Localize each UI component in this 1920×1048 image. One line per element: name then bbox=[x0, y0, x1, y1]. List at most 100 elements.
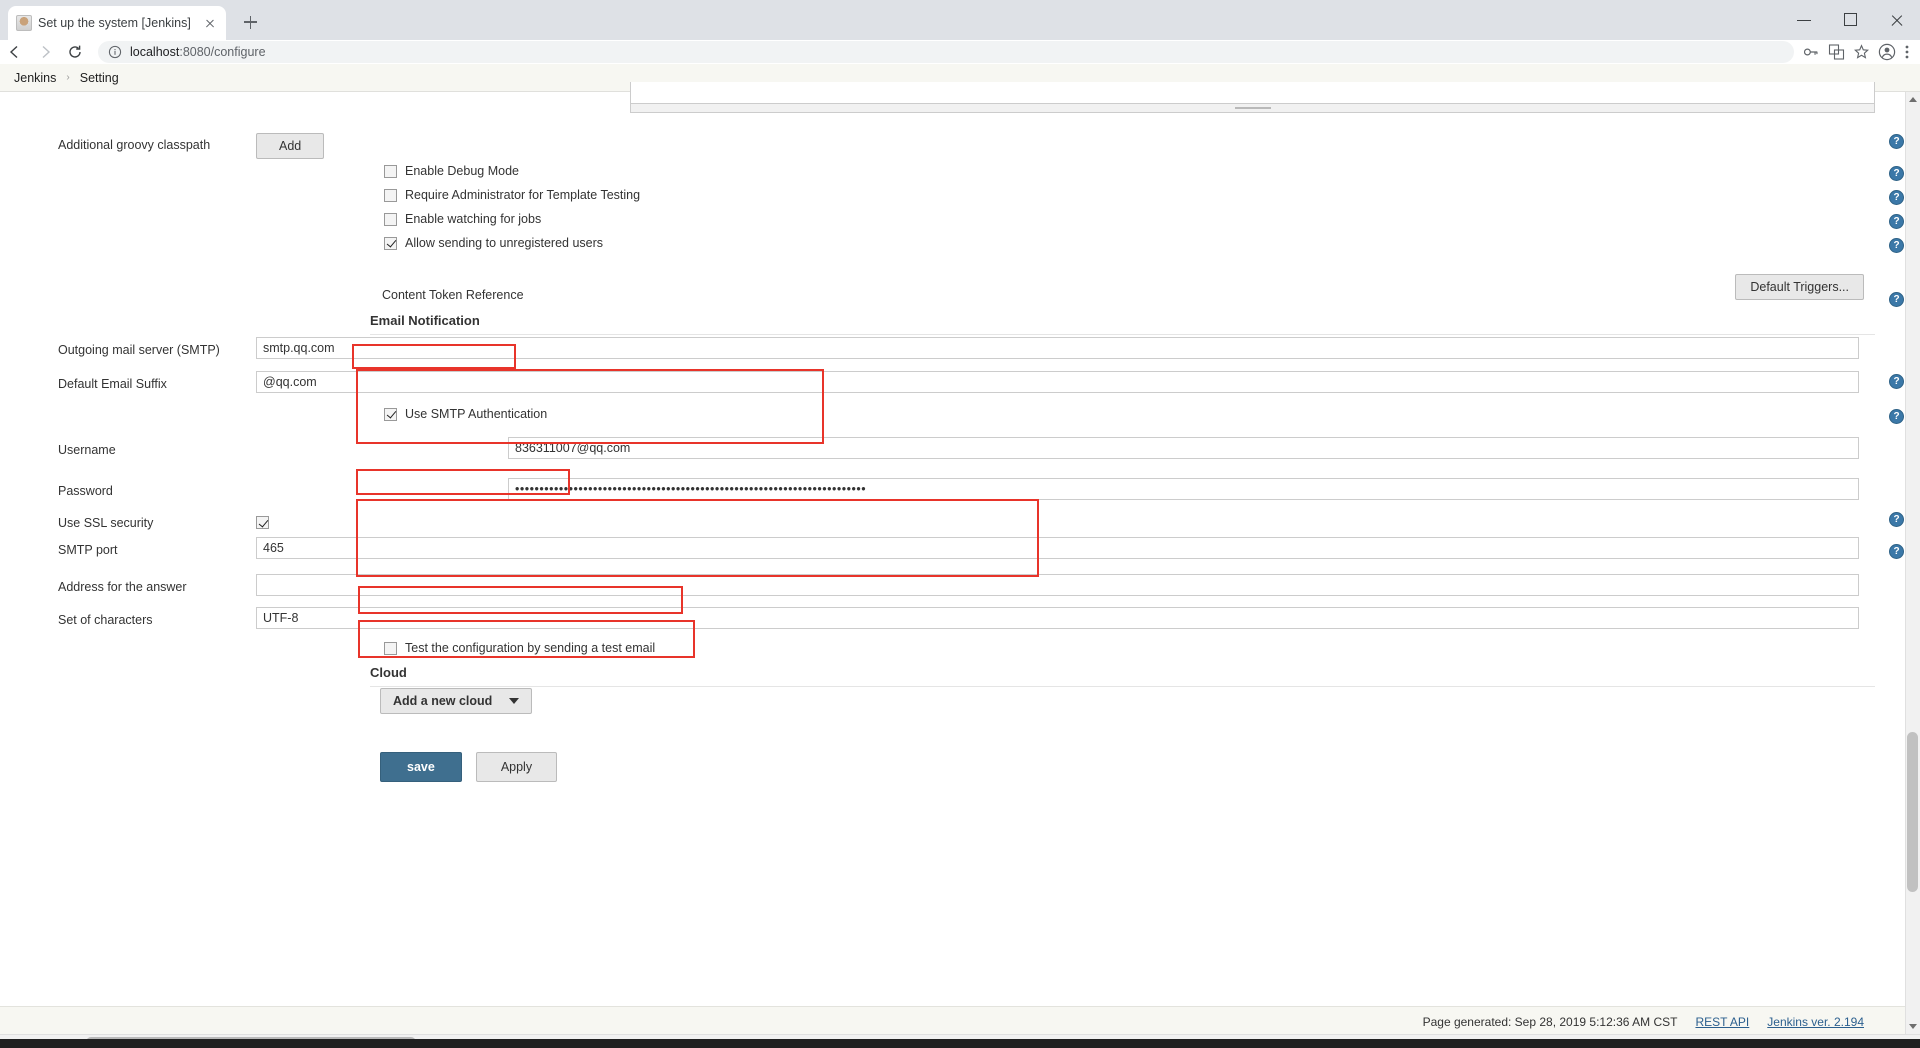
reload-button[interactable] bbox=[60, 40, 90, 64]
profile-avatar-icon[interactable] bbox=[1878, 43, 1896, 61]
help-icon-groovy-classpath[interactable]: ? bbox=[1889, 134, 1904, 149]
reply-address-label: Address for the answer bbox=[58, 580, 187, 594]
url-text: localhost:8080/configure bbox=[130, 45, 266, 59]
window-close-button[interactable] bbox=[1874, 0, 1920, 40]
page-footer: Page generated: Sep 28, 2019 5:12:36 AM … bbox=[0, 1006, 1920, 1036]
vertical-scrollbar[interactable] bbox=[1905, 92, 1920, 1034]
help-icon-default-suffix[interactable]: ? bbox=[1889, 374, 1904, 389]
chrome-menu-icon[interactable] bbox=[1904, 43, 1910, 61]
default-suffix-row: Default Email Suffix bbox=[0, 371, 1895, 397]
bookmark-star-icon[interactable] bbox=[1853, 44, 1870, 60]
groovy-classpath-label: Additional groovy classpath bbox=[58, 138, 211, 152]
checkbox-row-test-email[interactable]: Test the configuration by sending a test… bbox=[384, 641, 655, 655]
vertical-scroll-thumb[interactable] bbox=[1907, 732, 1918, 892]
smtp-port-label: SMTP port bbox=[58, 543, 118, 557]
help-icon-enable-watching[interactable]: ? bbox=[1889, 214, 1904, 229]
checkbox-require-administrator[interactable] bbox=[384, 188, 397, 202]
content-token-reference-link[interactable]: Content Token Reference bbox=[382, 288, 524, 302]
password-label: Password bbox=[58, 484, 113, 498]
browser-tab[interactable]: Set up the system [Jenkins] bbox=[8, 6, 226, 40]
breadcrumb-item-jenkins[interactable]: Jenkins bbox=[14, 71, 56, 85]
address-bar[interactable]: localhost:8080/configure bbox=[98, 41, 1794, 63]
apply-button[interactable]: Apply bbox=[475, 752, 558, 782]
reply-address-input[interactable] bbox=[256, 574, 1859, 596]
scroll-up-icon[interactable] bbox=[1906, 92, 1920, 107]
smtp-port-input[interactable] bbox=[256, 537, 1859, 559]
rest-api-link[interactable]: REST API bbox=[1695, 1015, 1749, 1029]
window-minimize-button[interactable] bbox=[1782, 0, 1828, 40]
checkbox-enable-watching[interactable] bbox=[384, 212, 397, 226]
help-icon-require-administrator[interactable]: ? bbox=[1889, 190, 1904, 205]
username-input[interactable] bbox=[508, 437, 1859, 459]
page-generated-text: Page generated: Sep 28, 2019 5:12:36 AM … bbox=[1422, 1014, 1678, 1029]
browser-chrome: Set up the system [Jenkins] localhost:80… bbox=[0, 0, 1920, 64]
smtp-server-input[interactable] bbox=[256, 337, 1859, 359]
checkbox-enable-debug-mode[interactable] bbox=[384, 164, 397, 178]
help-icon-smtp-port[interactable]: ? bbox=[1889, 544, 1904, 559]
key-icon[interactable] bbox=[1802, 44, 1820, 60]
window-maximize-button[interactable] bbox=[1828, 0, 1874, 40]
help-icon-use-smtp-auth[interactable]: ? bbox=[1889, 409, 1904, 424]
info-icon bbox=[108, 45, 122, 59]
scroll-down-icon[interactable] bbox=[1906, 1019, 1920, 1034]
checkbox-label-use-smtp-auth: Use SMTP Authentication bbox=[405, 407, 548, 421]
checkbox-row-require-administrator[interactable]: Require Administrator for Template Testi… bbox=[384, 188, 640, 202]
password-input[interactable] bbox=[508, 478, 1859, 500]
checkbox-use-smtp-auth[interactable] bbox=[384, 407, 397, 421]
chevron-down-icon bbox=[509, 698, 519, 704]
tab-strip: Set up the system [Jenkins] bbox=[0, 0, 1920, 40]
default-triggers-button[interactable]: Default Triggers... bbox=[1735, 274, 1864, 300]
translate-icon[interactable] bbox=[1828, 44, 1845, 60]
checkbox-label-require-administrator: Require Administrator for Template Testi… bbox=[405, 188, 641, 202]
cloud-header: Cloud bbox=[370, 664, 1875, 687]
breadcrumb-separator-icon: › bbox=[66, 72, 70, 83]
tab-title: Set up the system [Jenkins] bbox=[38, 16, 191, 30]
add-new-cloud-label: Add a new cloud bbox=[393, 694, 493, 708]
checkbox-allow-unregistered[interactable] bbox=[384, 236, 397, 250]
toolbar-right bbox=[1802, 43, 1920, 61]
use-ssl-row: Use SSL security bbox=[0, 510, 1895, 536]
window-controls bbox=[1782, 0, 1920, 40]
browser-toolbar: localhost:8080/configure bbox=[0, 40, 1920, 64]
back-button[interactable] bbox=[0, 40, 30, 64]
groovy-script-textarea[interactable] bbox=[630, 82, 1875, 113]
checkbox-label-enable-watching: Enable watching for jobs bbox=[405, 212, 542, 226]
email-notification-title: Email Notification bbox=[370, 313, 480, 328]
close-icon[interactable] bbox=[202, 15, 218, 31]
checkbox-row-allow-unregistered[interactable]: Allow sending to unregistered users bbox=[384, 236, 603, 250]
smtp-server-label: Outgoing mail server (SMTP) bbox=[58, 343, 220, 357]
save-button[interactable]: save bbox=[380, 752, 462, 782]
checkbox-row-enable-debug-mode[interactable]: Enable Debug Mode bbox=[384, 164, 519, 178]
checkbox-row-enable-watching[interactable]: Enable watching for jobs bbox=[384, 212, 541, 226]
password-row: Password bbox=[0, 478, 1895, 504]
help-icon-use-ssl[interactable]: ? bbox=[1889, 512, 1904, 527]
checkbox-label-enable-debug-mode: Enable Debug Mode bbox=[405, 164, 519, 178]
email-notification-header: Email Notification bbox=[370, 312, 1875, 335]
groovy-classpath-row: Additional groovy classpath Add bbox=[0, 132, 1895, 159]
default-suffix-input[interactable] bbox=[256, 371, 1859, 393]
jenkins-version-link[interactable]: Jenkins ver. 2.194 bbox=[1767, 1015, 1864, 1029]
forward-button[interactable] bbox=[30, 40, 60, 64]
smtp-port-row: SMTP port bbox=[0, 537, 1895, 563]
jenkins-favicon-icon bbox=[16, 15, 32, 31]
cloud-title: Cloud bbox=[370, 665, 407, 680]
help-icon-content-token-reference[interactable]: ? bbox=[1889, 292, 1904, 307]
checkbox-test-email[interactable] bbox=[384, 641, 397, 655]
breadcrumb-item-setting[interactable]: Setting bbox=[80, 71, 119, 85]
taskbar-strip bbox=[0, 1039, 1920, 1048]
page-body: Additional groovy classpath Add ? Enable… bbox=[0, 82, 1920, 1048]
add-button[interactable]: Add bbox=[256, 133, 325, 159]
help-icon-enable-debug-mode[interactable]: ? bbox=[1889, 166, 1904, 181]
charset-label: Set of characters bbox=[58, 613, 153, 627]
checkbox-use-ssl[interactable] bbox=[256, 516, 269, 529]
charset-input[interactable] bbox=[256, 607, 1859, 629]
use-ssl-label: Use SSL security bbox=[58, 516, 154, 530]
reply-address-row: Address for the answer bbox=[0, 574, 1895, 600]
help-icon-allow-unregistered[interactable]: ? bbox=[1889, 238, 1904, 253]
add-cloud-container: Add a new cloud bbox=[380, 688, 532, 714]
new-tab-button[interactable] bbox=[236, 8, 264, 36]
default-suffix-label: Default Email Suffix bbox=[58, 377, 167, 391]
checkbox-row-use-smtp-auth[interactable]: Use SMTP Authentication bbox=[384, 407, 547, 421]
checkbox-label-test-email: Test the configuration by sending a test… bbox=[405, 641, 656, 655]
add-new-cloud-button[interactable]: Add a new cloud bbox=[380, 688, 532, 714]
